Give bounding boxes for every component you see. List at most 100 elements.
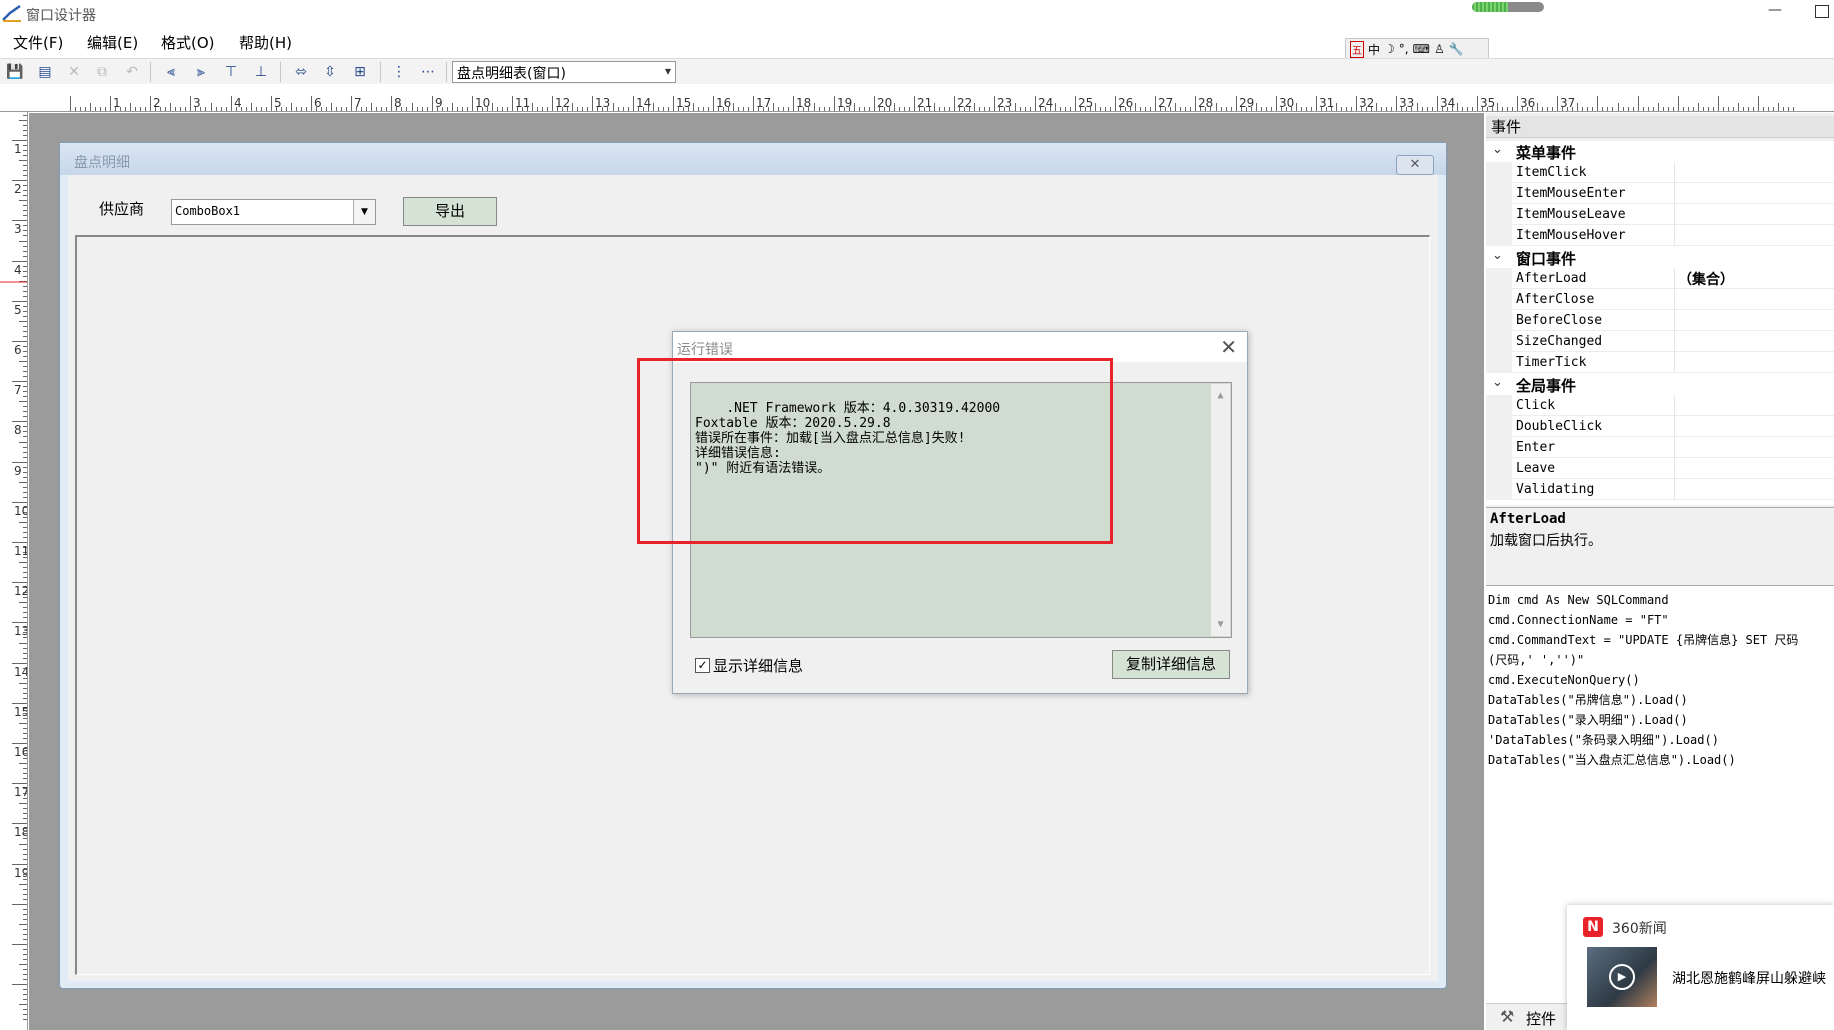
align-left-icon[interactable]: ⫷ xyxy=(161,62,181,82)
event-name: Enter xyxy=(1516,440,1556,455)
ruler-label: 33 xyxy=(1399,96,1415,110)
form-selector-value: 盘点明细表(窗口) xyxy=(457,66,566,82)
news-notification[interactable]: N 360新闻 ▶ 湖北恩施鹤峰屏山躲避峡 xyxy=(1567,905,1834,1030)
event-row[interactable]: AfterLoad （集合） xyxy=(1486,268,1834,289)
ruler-label: 20 xyxy=(877,96,893,110)
event-row[interactable]: BeforeClose xyxy=(1486,310,1834,331)
ruler-label: 5 xyxy=(274,96,282,110)
vertical-ruler: 1 2 3 4 5 6 7 8 9 10 11 12 13 14 15 16 17 18 19 xyxy=(0,112,28,1030)
ruler-label: 1 xyxy=(14,142,22,156)
vertical-ruler-ticks xyxy=(0,115,27,1020)
ime-chinese-icon[interactable]: 中 xyxy=(1368,41,1380,58)
supplier-combobox-value: ComboBox1 xyxy=(175,204,241,218)
event-row[interactable]: ItemClick xyxy=(1486,162,1834,183)
event-row[interactable]: ItemMouseHover xyxy=(1486,225,1834,246)
event-description-title: AfterLoad xyxy=(1490,511,1566,527)
event-row[interactable]: Leave xyxy=(1486,458,1834,479)
copy-details-button[interactable]: 复制详细信息 xyxy=(1112,650,1230,679)
ime-wubi-icon[interactable]: 五 xyxy=(1350,40,1364,58)
ime-halfwidth-icon[interactable]: ☽ xyxy=(1384,42,1395,56)
ruler-label: 11 xyxy=(515,96,531,110)
event-row[interactable]: ItemMouseLeave xyxy=(1486,204,1834,225)
event-row[interactable]: AfterClose xyxy=(1486,289,1834,310)
form-selector-dropdown[interactable]: 盘点明细表(窗口) ▾ xyxy=(452,61,676,83)
supplier-combobox[interactable]: ComboBox1 ▼ xyxy=(171,199,376,225)
align-top-icon[interactable]: ⊤ xyxy=(221,62,241,82)
chevron-down-icon[interactable]: ⌄ xyxy=(1492,142,1503,157)
ruler-label: 22 xyxy=(957,96,973,110)
chevron-down-icon[interactable]: ⌄ xyxy=(1492,248,1503,263)
news-thumbnail[interactable]: ▶ xyxy=(1587,947,1657,1007)
align-bottom-icon[interactable]: ⊥ xyxy=(251,62,271,82)
ruler-label: 18 xyxy=(796,96,812,110)
ruler-label: 9 xyxy=(14,464,22,478)
ruler-label: 5 xyxy=(14,303,22,317)
error-details-scrollbar[interactable]: ▲ ▼ xyxy=(1211,384,1230,636)
ime-punct-icon[interactable]: °, xyxy=(1399,42,1409,56)
ruler-label: 11 xyxy=(14,544,28,558)
event-group-global[interactable]: ⌄ 全局事件 xyxy=(1486,374,1834,395)
event-name: ItemMouseEnter xyxy=(1516,186,1626,201)
event-name: DoubleClick xyxy=(1516,419,1603,434)
design-form-close-button[interactable]: ✕ xyxy=(1396,155,1434,175)
menu-help[interactable]: 帮助(H) xyxy=(239,32,292,53)
event-row[interactable]: TimerTick xyxy=(1486,352,1834,373)
event-row[interactable]: ItemMouseEnter xyxy=(1486,183,1834,204)
event-group-menu[interactable]: ⌄ 菜单事件 xyxy=(1486,141,1834,162)
ime-settings-icon[interactable]: 🔧 xyxy=(1449,42,1464,56)
chevron-down-icon[interactable]: ▼ xyxy=(353,200,375,224)
menu-edit[interactable]: 编辑(E) xyxy=(87,32,138,53)
undo-icon[interactable]: ↶ xyxy=(122,62,142,82)
event-name: TimerTick xyxy=(1516,355,1587,370)
ruler-label: 3 xyxy=(14,222,22,236)
copy-icon[interactable]: ⧉ xyxy=(92,62,112,82)
ruler-label: 15 xyxy=(676,96,692,110)
same-height-icon[interactable]: ⇳ xyxy=(320,62,340,82)
vertical-spacing-icon[interactable]: ⋮ xyxy=(389,62,409,82)
ruler-label: 12 xyxy=(555,96,571,110)
scroll-up-icon[interactable]: ▲ xyxy=(1211,388,1230,403)
window-title: 窗口设计器 xyxy=(26,8,96,24)
ruler-label: 37 xyxy=(1560,96,1576,110)
menu-bar: 文件(F) 编辑(E) 格式(O) 帮助(H) xyxy=(0,28,1834,54)
event-description-text: 加载窗口后执行。 xyxy=(1490,533,1602,549)
event-group-label: 全局事件 xyxy=(1516,377,1577,395)
horizontal-spacing-icon[interactable]: ⋯ xyxy=(418,62,438,82)
menu-format[interactable]: 格式(O) xyxy=(161,32,215,53)
save-icon[interactable]: 💾 xyxy=(5,62,25,82)
ime-user-icon[interactable]: ♙ xyxy=(1434,42,1445,56)
chevron-down-icon[interactable]: ⌄ xyxy=(1492,375,1503,390)
show-detail-checkbox[interactable]: ✓ 显示详细信息 xyxy=(695,655,803,676)
title-bar: 窗口设计器 — xyxy=(0,0,1834,28)
same-size-icon[interactable]: ⊞ xyxy=(350,62,370,82)
event-value[interactable]: （集合） xyxy=(1678,269,1734,289)
menu-file[interactable]: 文件(F) xyxy=(13,32,63,53)
scroll-down-icon[interactable]: ▼ xyxy=(1211,617,1230,632)
minimize-button[interactable]: — xyxy=(1760,2,1790,24)
ruler-label: 13 xyxy=(14,624,28,638)
ruler-label: 10 xyxy=(475,96,491,110)
ruler-label: 27 xyxy=(1158,96,1174,110)
close-icon[interactable]: ✕ xyxy=(1220,335,1237,359)
ruler-label: 17 xyxy=(14,785,28,799)
maximize-button[interactable] xyxy=(1815,5,1829,18)
ime-keyboard-icon[interactable]: ⌨ xyxy=(1413,42,1430,56)
ruler-label: 2 xyxy=(14,182,22,196)
save-all-icon[interactable]: ▤ xyxy=(35,62,55,82)
ruler-label: 23 xyxy=(997,96,1013,110)
export-button[interactable]: 导出 xyxy=(403,197,497,226)
horizontal-ruler: 1 2 3 4 5 6 7 8 9 10 11 12 13 14 15 16 17 18 19 20 21 22 23 24 2… xyxy=(0,84,1834,112)
event-group-window[interactable]: ⌄ 窗口事件 xyxy=(1486,247,1834,268)
news-headline[interactable]: 湖北恩施鹤峰屏山躲避峡 xyxy=(1672,968,1826,988)
chevron-down-icon: ▾ xyxy=(664,64,671,78)
event-row[interactable]: Validating xyxy=(1486,479,1834,500)
align-right-icon[interactable]: ⫸ xyxy=(191,62,211,82)
same-width-icon[interactable]: ⬄ xyxy=(291,62,311,82)
cut-icon[interactable]: ✕ xyxy=(64,62,84,82)
event-row[interactable]: Enter xyxy=(1486,437,1834,458)
event-name: Click xyxy=(1516,398,1556,413)
event-row[interactable]: SizeChanged xyxy=(1486,331,1834,352)
event-row[interactable]: Click xyxy=(1486,395,1834,416)
event-row[interactable]: DoubleClick xyxy=(1486,416,1834,437)
checkbox-checked-icon[interactable]: ✓ xyxy=(695,658,710,673)
